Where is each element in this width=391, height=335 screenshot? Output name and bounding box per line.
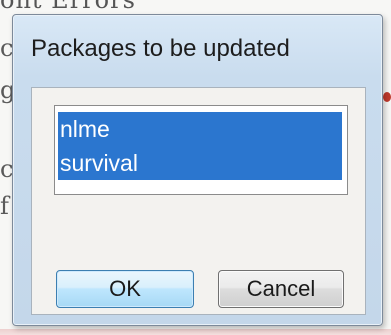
dialog-content: nlme survival OK Cancel <box>31 87 366 315</box>
background-error-underline <box>0 329 391 335</box>
packages-listbox[interactable]: nlme survival <box>54 105 348 195</box>
background-heading-text: ont Errors <box>0 0 240 10</box>
error-marker <box>383 92 391 102</box>
ok-button[interactable]: OK <box>56 270 194 308</box>
list-item[interactable]: nlme <box>58 112 342 146</box>
list-item[interactable]: survival <box>58 146 342 180</box>
screen: ont Errors c g c f Packages to be update… <box>0 0 391 335</box>
dialog-title: Packages to be updated <box>31 35 290 62</box>
cancel-button[interactable]: Cancel <box>218 270 344 308</box>
packages-dialog: Packages to be updated nlme survival OK … <box>12 14 383 326</box>
